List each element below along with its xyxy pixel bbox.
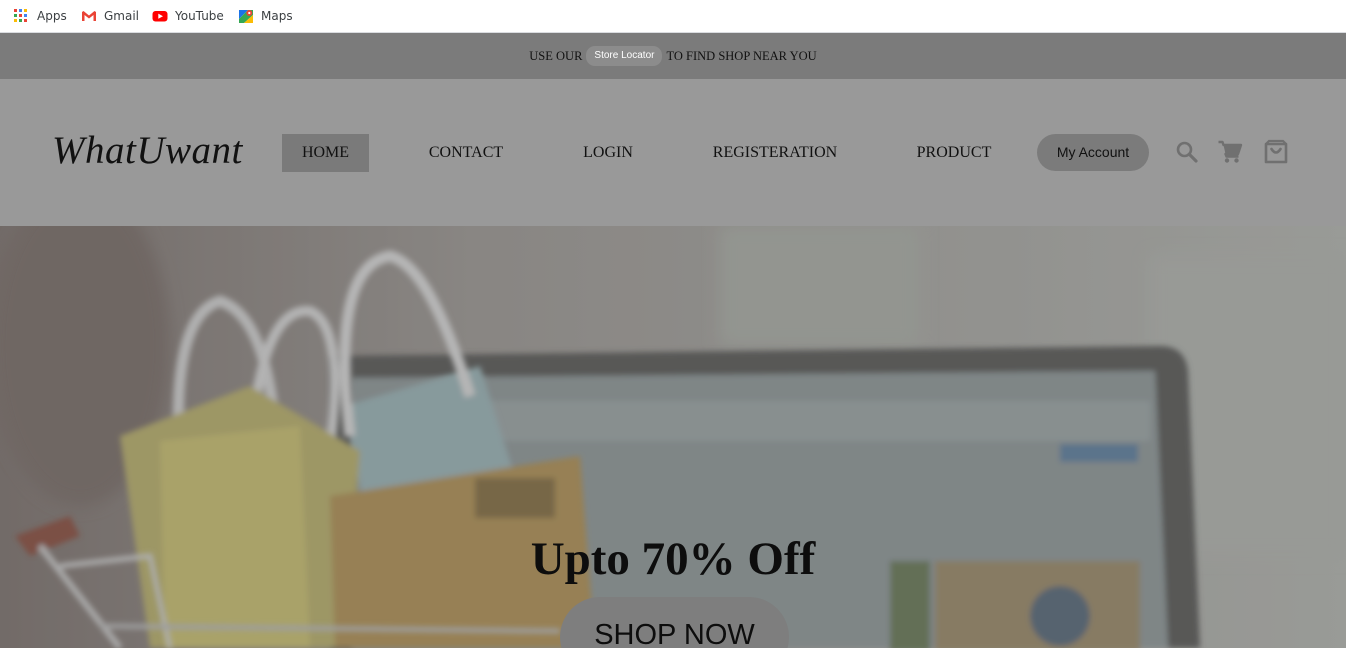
bookmark-gmail[interactable]: Gmail (81, 7, 139, 25)
hero-title: Upto 70% Off (530, 533, 816, 585)
shopping-bag-icon[interactable] (1263, 139, 1289, 165)
bookmark-label: Apps (37, 9, 67, 23)
bookmarks-bar: Apps Gmail YouTube Maps (0, 0, 1346, 33)
bookmark-youtube[interactable]: YouTube (152, 7, 224, 25)
site-logo[interactable]: WhatUwant (52, 128, 243, 173)
bookmark-maps[interactable]: Maps (238, 7, 293, 25)
nav-registeration[interactable]: REGISTERATION (698, 134, 852, 172)
store-locator-link[interactable]: Store Locator (586, 46, 663, 66)
nav-home[interactable]: HOME (282, 134, 369, 172)
maps-icon (238, 8, 254, 24)
shop-now-button[interactable]: SHOP NOW (560, 597, 789, 648)
nav-contact[interactable]: CONTACT (412, 134, 520, 172)
bookmark-label: Maps (261, 9, 293, 23)
promo-prefix: USE OUR (529, 48, 583, 63)
cart-icon[interactable] (1217, 139, 1243, 165)
my-account-button[interactable]: My Account (1037, 134, 1149, 171)
bookmark-label: YouTube (175, 9, 224, 23)
bookmark-apps[interactable]: Apps (14, 7, 67, 25)
nav-login[interactable]: LOGIN (566, 134, 650, 172)
site-header: WhatUwant HOME CONTACT LOGIN REGISTERATI… (0, 79, 1346, 226)
nav-product[interactable]: PRODUCT (902, 134, 1006, 172)
search-icon[interactable] (1174, 139, 1200, 165)
promo-strip: USE OUR Store Locator TO FIND SHOP NEAR … (0, 33, 1346, 79)
hero-banner: Upto 70% Off SHOP NOW (0, 226, 1346, 648)
promo-suffix: TO FIND SHOP NEAR YOU (666, 48, 817, 63)
gmail-icon (81, 8, 97, 24)
youtube-icon (152, 8, 168, 24)
bookmark-label: Gmail (104, 9, 140, 23)
apps-grid-icon (14, 8, 30, 24)
